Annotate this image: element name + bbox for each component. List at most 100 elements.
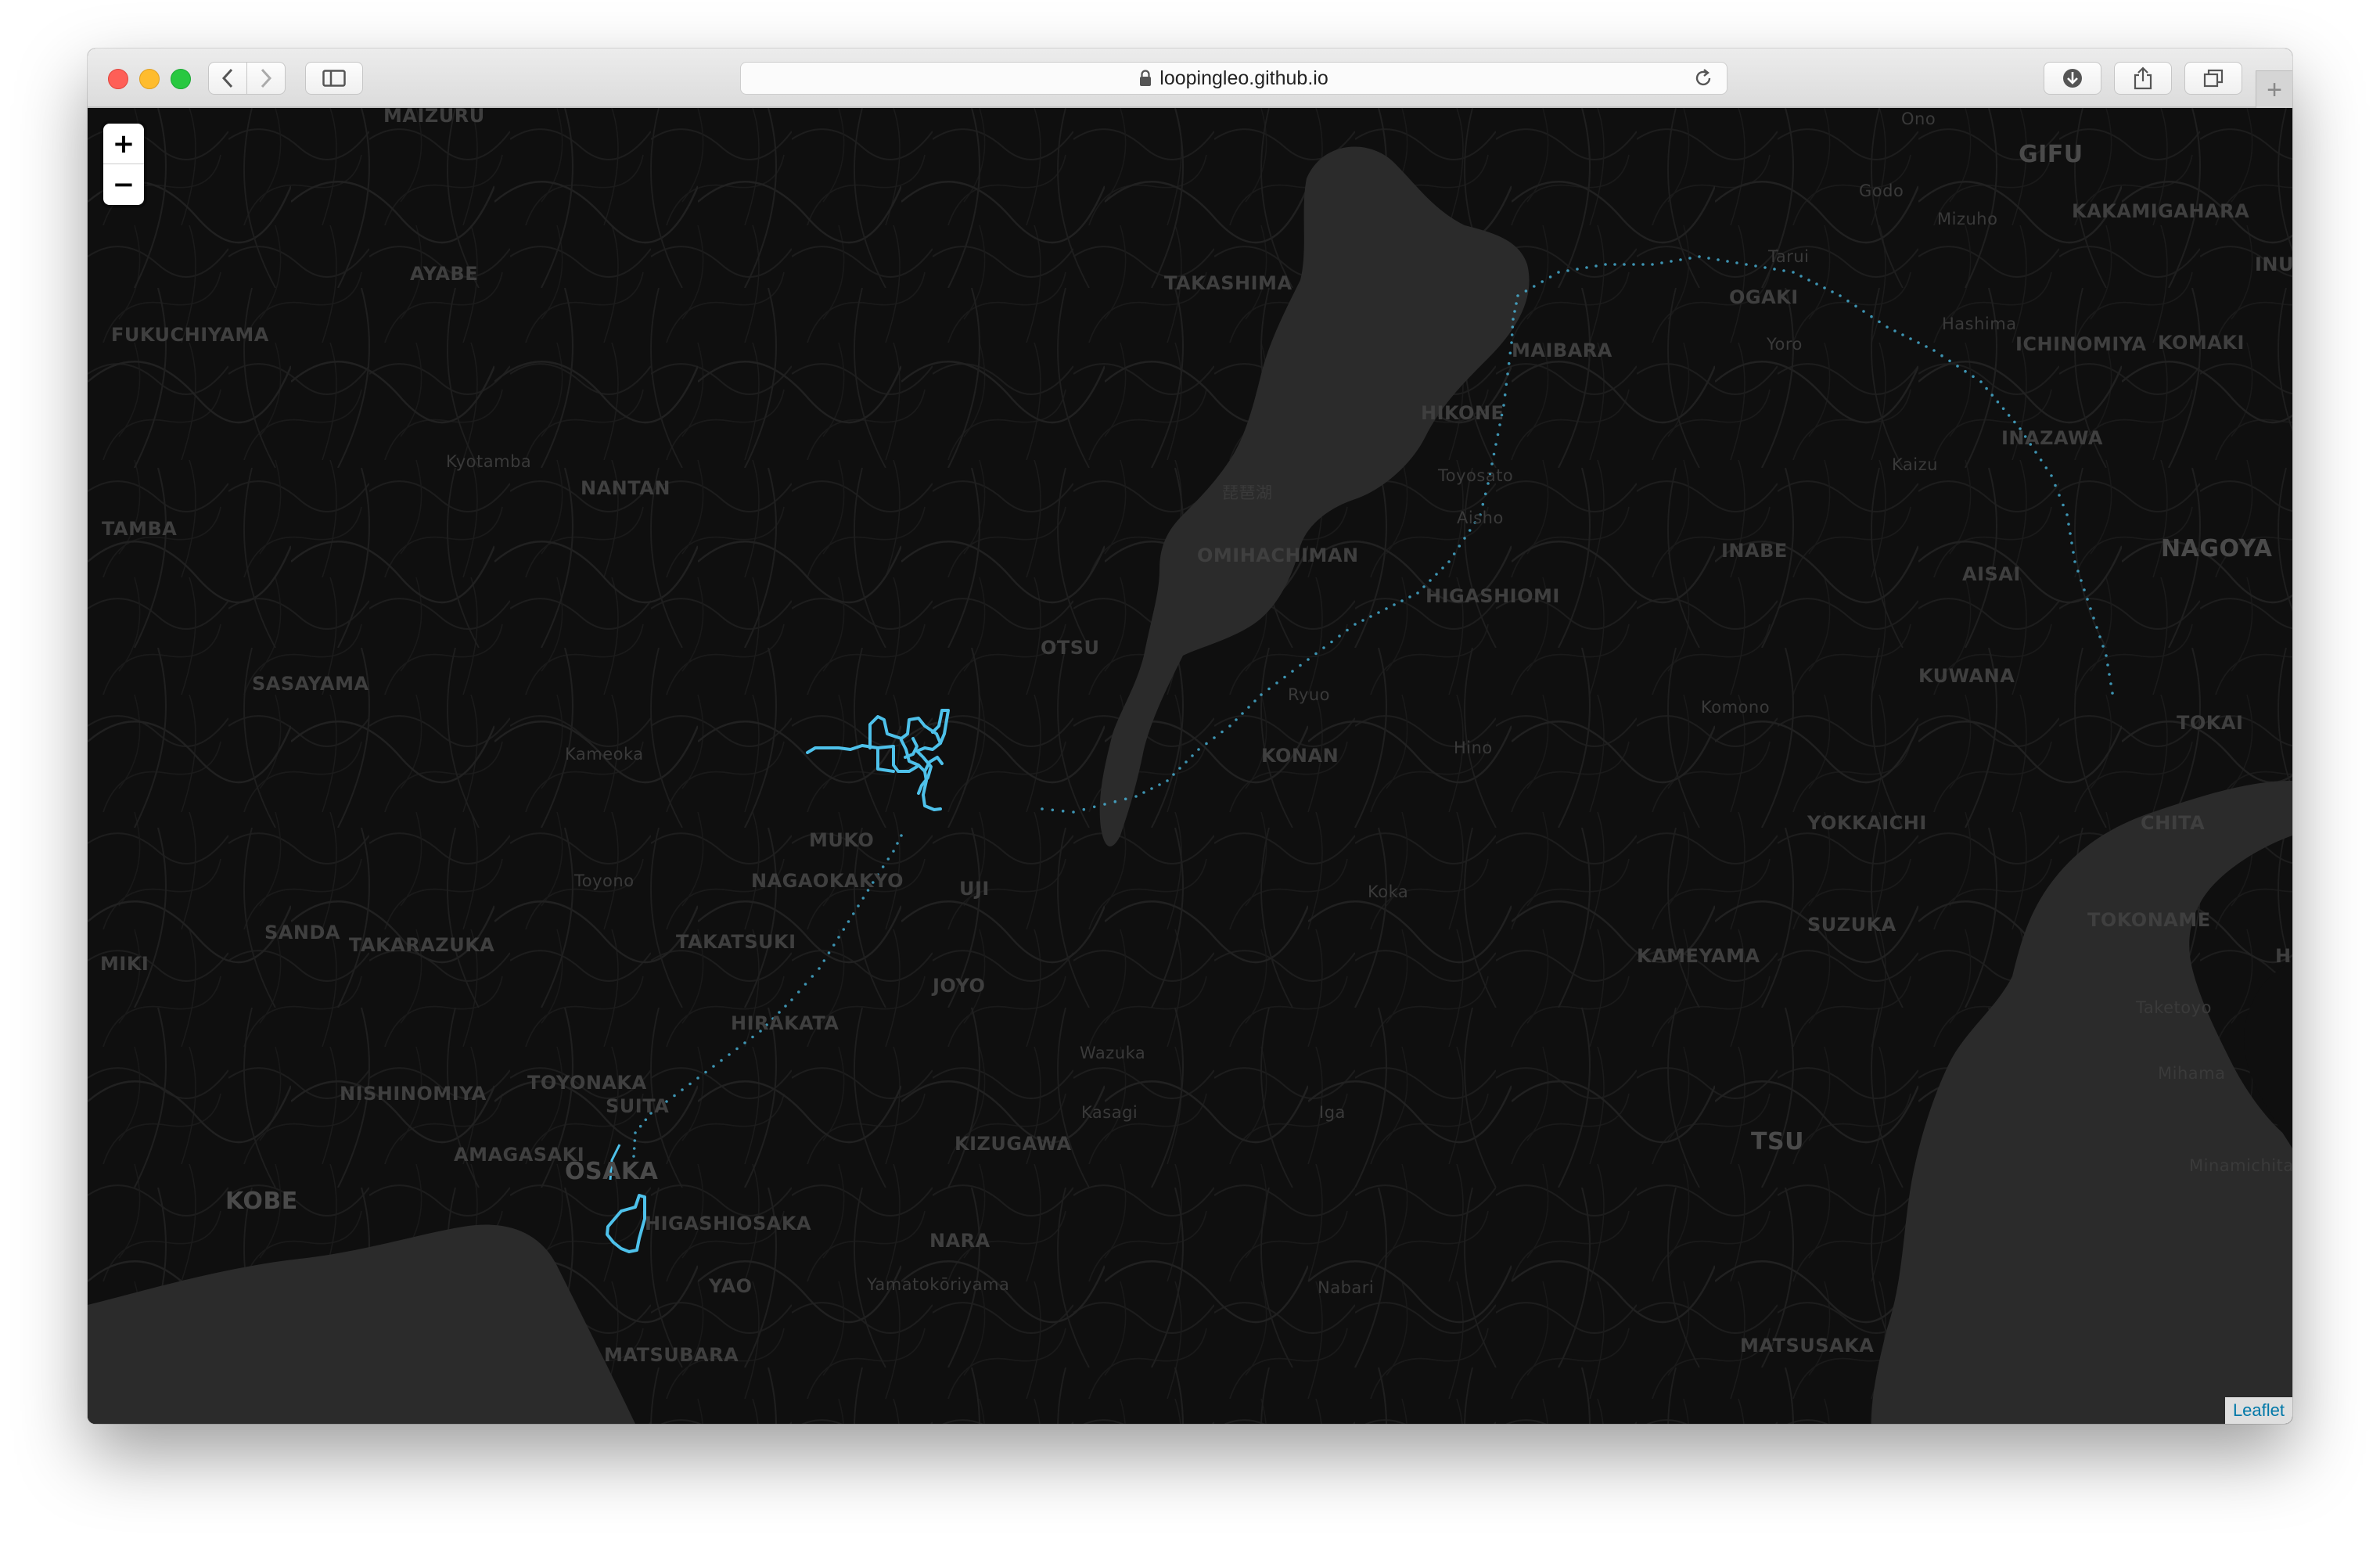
gps-point [1051, 808, 1055, 812]
map-label-mizuho: Mizuho [1937, 210, 1998, 228]
gps-point [720, 1058, 723, 1062]
gps-point [1623, 263, 1626, 266]
gps-point [1870, 314, 1873, 318]
map-label-takashima: TAKASHIMA [1164, 272, 1292, 294]
gps-point [861, 897, 865, 900]
gps-point [1726, 260, 1729, 263]
gps-point [1435, 573, 1438, 576]
share-button[interactable] [2114, 62, 2172, 95]
gps-point [1082, 807, 1086, 811]
gps-point [1377, 611, 1380, 614]
reload-button[interactable] [1692, 67, 1714, 95]
gps-point [811, 975, 814, 978]
download-icon [2063, 69, 2082, 88]
gps-point [1985, 386, 1988, 390]
gps-point [2007, 414, 2011, 417]
gps-point [2062, 503, 2065, 507]
map-label-matsubara: MATSUBARA [604, 1344, 739, 1366]
gps-point [1299, 663, 1302, 667]
minimize-window-button[interactable] [139, 69, 160, 89]
browser-toolbar: loopingleo.github.io + [88, 49, 2292, 109]
map-label-kameoka: Kameoka [565, 745, 644, 764]
gps-point [1041, 807, 1044, 810]
gps-point [1267, 687, 1271, 691]
map-label-taketoyo: Taketoyo [2136, 998, 2212, 1017]
gps-point [2070, 541, 2073, 544]
map-label-ogaki: OGAKI [1729, 286, 1799, 308]
gps-point [1113, 800, 1117, 803]
map-label-minamichita: Minamichita [2189, 1156, 2292, 1175]
show-tabs-button[interactable] [2184, 62, 2242, 95]
map-label-ichinomiya: ICHINOMIYA [2015, 333, 2147, 355]
map-label-suita: SUITA [606, 1095, 670, 1117]
gps-point [1862, 310, 1865, 313]
map-label-sasayama: SASAYAMA [252, 673, 369, 695]
gps-point [1458, 544, 1461, 548]
forward-icon [261, 68, 272, 88]
gps-point [1893, 329, 1896, 332]
gps-point [2054, 483, 2057, 487]
gps-point [900, 834, 903, 837]
gps-point [1932, 349, 1936, 352]
gps-point [2105, 654, 2108, 657]
gps-point [1490, 462, 1494, 465]
gps-point [1452, 552, 1456, 555]
map-label-kizugawa: KIZUGAWA [955, 1133, 1072, 1155]
gps-point [1322, 646, 1325, 649]
gps-point [2044, 466, 2048, 469]
gps-point [1679, 258, 1682, 261]
gps-point [1533, 285, 1536, 288]
downloads-button[interactable] [2044, 62, 2101, 95]
gps-point [1338, 634, 1341, 638]
gps-point [2083, 588, 2086, 591]
gps-point [1839, 294, 1842, 297]
gps-point [1123, 797, 1127, 801]
zoom-control: + − [103, 124, 144, 205]
gps-point [1979, 380, 1983, 383]
gps-point [1510, 333, 1514, 336]
gps-point [644, 1118, 648, 1122]
back-button[interactable] [208, 62, 247, 95]
map-label-chita: CHITA [2141, 812, 2206, 834]
gps-point [1515, 302, 1518, 305]
gps-point [1948, 359, 1951, 363]
map-label-mihama: Mihama [2158, 1064, 2226, 1083]
map-label-nara: NARA [929, 1230, 990, 1252]
gps-point [1166, 779, 1169, 782]
close-window-button[interactable] [108, 69, 128, 89]
map-label-kuwana: KUWANA [1918, 665, 2015, 687]
gps-point [1314, 652, 1318, 656]
gps-point [1441, 566, 1444, 570]
map-view[interactable]: MAIZURU AYABE FUKUCHIYAMA TAKASHIMA Kyotamba… [88, 108, 2292, 1424]
gps-point [1393, 603, 1396, 606]
gps-point [842, 928, 846, 931]
fullscreen-window-button[interactable] [171, 69, 191, 89]
gps-point [1247, 706, 1250, 709]
map-label-yoro: Yoro [1767, 335, 1803, 354]
sidebar-button[interactable] [305, 62, 363, 95]
map-label-takatsuki: TAKATSUKI [676, 931, 796, 953]
zoom-out-button[interactable]: − [103, 164, 144, 205]
gps-point [1483, 492, 1487, 496]
gps-point [2101, 645, 2105, 648]
gps-point [1613, 263, 1616, 266]
map-label-takarazuka: TAKARAZUKA [349, 934, 495, 956]
map-label-nagoya: NAGOYA [2161, 535, 2273, 562]
gps-point [1505, 383, 1508, 386]
gps-point [797, 990, 800, 994]
attribution-link[interactable]: Leaflet [2224, 1397, 2292, 1424]
new-tab-button[interactable]: + [2256, 70, 2292, 109]
address-bar[interactable]: loopingleo.github.io [740, 62, 1727, 95]
gps-point [1185, 760, 1188, 764]
gps-point [1330, 640, 1333, 644]
gps-point [1831, 290, 1834, 293]
map-label-kaizu: Kaizu [1892, 455, 1938, 474]
map-label-nishinomiya: NISHINOMIYA [340, 1083, 487, 1105]
map-label-toyono: Toyono [574, 872, 635, 890]
gps-point [2080, 579, 2083, 582]
gps-point [1566, 269, 1569, 272]
zoom-in-button[interactable]: + [103, 124, 144, 164]
gps-point [712, 1065, 715, 1068]
gps-point [1235, 718, 1238, 721]
forward-button[interactable] [246, 62, 286, 95]
